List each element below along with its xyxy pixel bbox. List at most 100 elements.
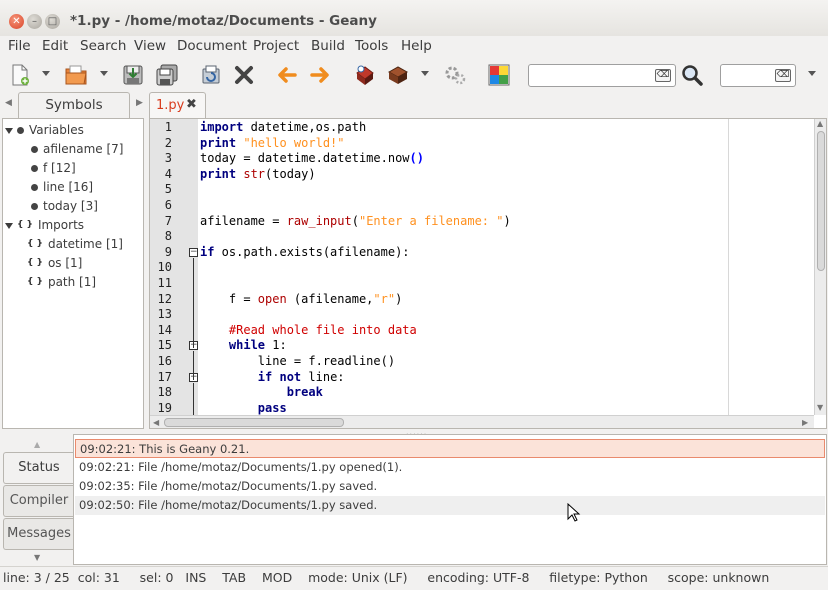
- namespace-icon: { }: [27, 277, 43, 287]
- tab-status[interactable]: Status: [3, 452, 74, 484]
- menu-help[interactable]: Help: [401, 38, 432, 54]
- code-line[interactable]: import datetime,os.path: [200, 120, 366, 134]
- code-token: #Read whole file into data: [200, 322, 417, 337]
- scroll-up-icon[interactable]: ▲: [817, 119, 823, 128]
- menu-tools[interactable]: Tools: [355, 38, 388, 54]
- minimize-window-button[interactable]: –: [27, 14, 42, 29]
- code-line[interactable]: if not line:: [200, 370, 345, 384]
- fold-margin[interactable]: [186, 119, 198, 415]
- menu-edit[interactable]: Edit: [42, 38, 68, 54]
- execute-icon[interactable]: [443, 63, 467, 87]
- tree-group-imports[interactable]: { } Imports: [5, 216, 84, 235]
- code-line[interactable]: print "hello world!": [200, 136, 345, 150]
- code-line[interactable]: #Read whole file into data: [200, 323, 417, 337]
- horizontal-scrollbar[interactable]: ◀ ▶: [150, 415, 814, 428]
- status-messages[interactable]: 09:02:21: This is Geany 0.21. 09:02:21: …: [73, 434, 827, 565]
- list-item[interactable]: 09:02:35: File /home/motaz/Documents/1.p…: [75, 477, 825, 496]
- tree-item-os[interactable]: { } os [1]: [27, 254, 82, 273]
- tab-compiler[interactable]: Compiler: [3, 485, 74, 517]
- menu-project[interactable]: Project: [253, 38, 299, 54]
- code-line[interactable]: print str(today): [200, 167, 316, 181]
- save-icon[interactable]: [121, 63, 145, 87]
- tree-label: Variables: [29, 123, 84, 137]
- menu-search[interactable]: Search: [80, 38, 126, 54]
- code-token: (afilename,: [286, 291, 374, 306]
- goto-line-input[interactable]: ⌫: [720, 64, 796, 87]
- scroll-left-icon[interactable]: ◀: [153, 418, 159, 427]
- tree-item-line[interactable]: line [16]: [31, 178, 93, 197]
- save-all-icon[interactable]: [155, 63, 179, 87]
- line-number: 1: [164, 120, 172, 134]
- tree-label: today [3]: [43, 199, 98, 213]
- toolbar: ⌫ ⌫: [0, 58, 828, 92]
- close-icon[interactable]: [232, 63, 256, 87]
- code-line[interactable]: f = open (afilename,"r"): [200, 292, 402, 306]
- maximize-window-button[interactable]: □: [45, 14, 60, 29]
- menu-build[interactable]: Build: [311, 38, 345, 54]
- sidebar-next-tab-icon[interactable]: ▶: [136, 98, 143, 108]
- menu-view[interactable]: View: [134, 38, 166, 54]
- expander-icon[interactable]: [5, 127, 13, 134]
- compile-icon[interactable]: [353, 63, 377, 87]
- expander-icon[interactable]: [5, 222, 13, 229]
- clear-search-icon[interactable]: ⌫: [655, 69, 671, 82]
- search-input[interactable]: ⌫: [528, 64, 676, 87]
- code-token: 1:: [265, 338, 287, 353]
- code-line[interactable]: today = datetime.datetime.now(): [200, 151, 424, 165]
- code-editor[interactable]: 1 2 3 4 5 6 7 8 9 10 11 12 13 14 15 16 17 18 19 import dat…: [149, 118, 827, 429]
- tabs-scroll-up-icon[interactable]: ▲: [34, 440, 40, 449]
- horizontal-scroll-thumb[interactable]: [164, 418, 344, 427]
- code-line[interactable]: if os.path.exists(afilename):: [200, 245, 410, 259]
- chevron-down-icon[interactable]: [100, 71, 108, 76]
- clear-goto-icon[interactable]: ⌫: [775, 69, 791, 82]
- menu-bar: File Edit Search View Document Project B…: [0, 36, 828, 58]
- tab-messages[interactable]: Messages: [3, 518, 74, 550]
- sidebar-prev-tab-icon[interactable]: ◀: [5, 98, 12, 108]
- chevron-down-icon[interactable]: [808, 71, 816, 76]
- chevron-down-icon[interactable]: [42, 71, 50, 76]
- code-line[interactable]: while 1:: [200, 338, 287, 352]
- vertical-scroll-thumb[interactable]: [817, 131, 825, 271]
- open-file-icon[interactable]: [64, 63, 88, 87]
- close-window-button[interactable]: ✕: [9, 14, 24, 29]
- code-line[interactable]: pass: [200, 401, 287, 415]
- tree-label: afilename [7]: [43, 142, 124, 156]
- forward-icon[interactable]: [308, 63, 332, 87]
- list-item[interactable]: 09:02:21: File /home/motaz/Documents/1.p…: [75, 458, 825, 477]
- code-line[interactable]: afilename = raw_input("Enter a filename:…: [200, 214, 511, 228]
- list-item[interactable]: 09:02:50: File /home/motaz/Documents/1.p…: [75, 496, 825, 515]
- build-icon[interactable]: [386, 63, 410, 87]
- chevron-down-icon[interactable]: [421, 71, 429, 76]
- back-icon[interactable]: [275, 63, 299, 87]
- scroll-right-icon[interactable]: ▶: [802, 418, 808, 427]
- revert-icon[interactable]: [199, 63, 223, 87]
- line-number: 4: [164, 166, 172, 181]
- tab-1-py[interactable]: 1.py ✖: [149, 92, 206, 119]
- tree-item-datetime[interactable]: { } datetime [1]: [27, 235, 123, 254]
- code-token: while: [228, 338, 266, 353]
- list-item[interactable]: 09:02:21: This is Geany 0.21.: [75, 439, 825, 458]
- tree-group-variables[interactable]: Variables: [5, 121, 84, 140]
- menu-file[interactable]: File: [8, 38, 31, 54]
- line-number: 8: [164, 229, 172, 244]
- close-tab-icon[interactable]: ✖: [186, 97, 197, 112]
- color-chooser-icon[interactable]: [487, 63, 511, 87]
- code-line[interactable]: line = f.readline(): [200, 354, 395, 368]
- find-icon[interactable]: [680, 63, 704, 87]
- tabs-scroll-down-icon[interactable]: ▼: [34, 553, 40, 562]
- fold-toggle-icon[interactable]: −: [189, 247, 198, 257]
- mouse-cursor-icon: [567, 502, 581, 527]
- code-line[interactable]: break: [200, 385, 323, 399]
- vertical-scrollbar[interactable]: ▲ ▼: [814, 119, 826, 415]
- tree-item-path[interactable]: { } path [1]: [27, 273, 96, 292]
- code-token: open: [257, 291, 287, 306]
- tree-item-today[interactable]: today [3]: [31, 197, 98, 216]
- new-file-icon[interactable]: [8, 63, 32, 87]
- scroll-down-icon[interactable]: ▼: [817, 403, 823, 412]
- tab-symbols[interactable]: Symbols: [18, 92, 130, 118]
- tree-item-f[interactable]: f [12]: [31, 159, 76, 178]
- menu-document[interactable]: Document: [177, 38, 247, 54]
- tree-item-afilename[interactable]: afilename [7]: [31, 140, 123, 159]
- long-line-marker: [728, 119, 729, 415]
